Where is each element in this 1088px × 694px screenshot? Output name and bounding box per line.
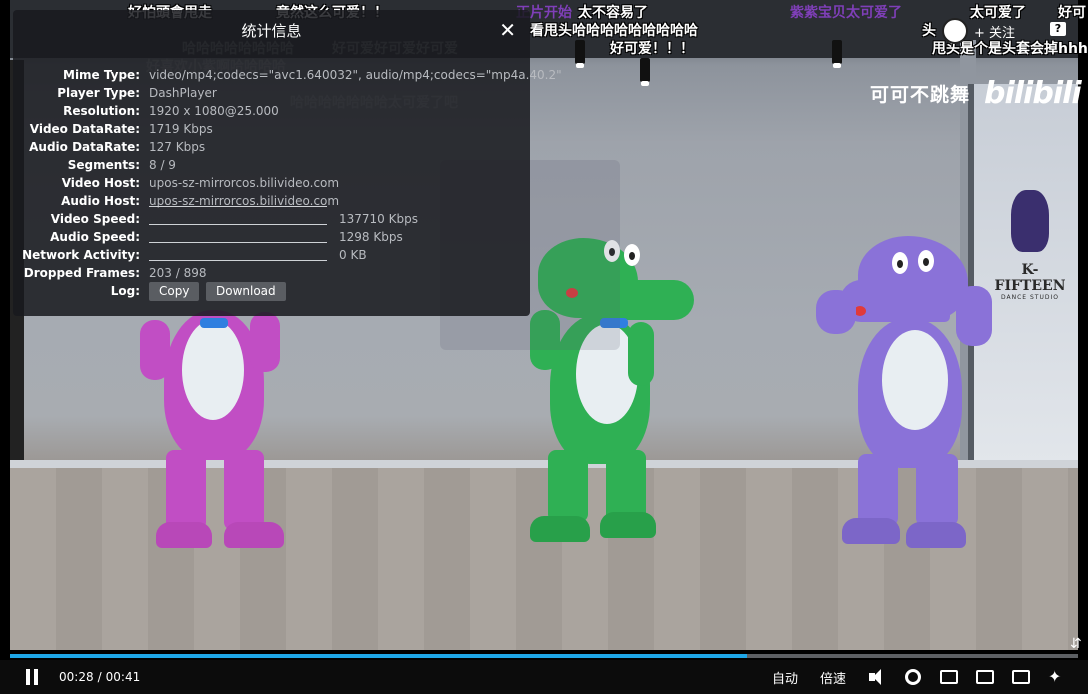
purple-dino-dancer — [806, 230, 1006, 550]
speed-graph-line — [149, 206, 327, 207]
stats-row: Network Activity: 0 KB — [13, 246, 530, 264]
ceiling-light — [640, 58, 650, 86]
stats-extra-value: 137710 Kbps — [339, 212, 418, 226]
lights-off-button[interactable] — [1048, 660, 1064, 694]
stats-row: Mime Type: video/mp4;codecs="avc1.640032"… — [13, 66, 562, 84]
pause-button[interactable] — [26, 660, 38, 694]
stats-extra-value: 0 KB — [339, 248, 367, 262]
danmaku-comment: 看甩头哈哈哈哈哈哈哈哈哈 — [530, 23, 698, 39]
speed-button[interactable]: 倍速 — [820, 660, 846, 694]
volume-icon — [868, 668, 888, 686]
danmaku-comment: 好可 — [1058, 5, 1086, 21]
volume-button[interactable] — [868, 660, 888, 694]
download-log-button[interactable]: Download — [206, 282, 286, 301]
stats-row: Video Speed: 137710 Kbps — [13, 210, 530, 228]
sun-icon — [1048, 669, 1064, 685]
stats-value: upos-sz-mirrorcos.bilivideo.com — [149, 176, 340, 190]
close-icon[interactable]: ✕ — [499, 20, 516, 40]
stats-value: 203 / 898 — [149, 266, 207, 280]
progress-fill — [10, 654, 747, 658]
pink-dino-dancer — [140, 300, 290, 550]
stats-row: Audio Speed: 1298 Kbps — [13, 228, 530, 246]
follow-button[interactable]: + 关注 — [974, 22, 1015, 41]
stats-row: Dropped Frames: 203 / 898 — [13, 264, 530, 282]
stats-row: Resolution: 1920 x 1080@25.000 — [13, 102, 530, 120]
ceiling-light — [832, 40, 842, 68]
progress-bar[interactable] — [10, 654, 1078, 658]
widescreen-button[interactable] — [976, 660, 994, 694]
pause-icon — [26, 669, 38, 685]
time-separator: / — [97, 670, 102, 684]
stats-panel: 统计信息 ✕ Mime Type: video/mp4;codecs="avc1.… — [13, 10, 562, 316]
stats-key: Audio Speed: — [50, 230, 140, 244]
time-display: 00:28 / 00:41 — [59, 660, 140, 694]
stats-title: 统计信息 — [241, 22, 302, 40]
stats-value: DashPlayer — [149, 86, 217, 100]
help-icon[interactable]: ? — [1050, 22, 1066, 36]
stats-key: Audio Host: — [61, 194, 140, 208]
copy-log-button[interactable]: Copy — [149, 282, 200, 301]
progress-handle-icon[interactable]: ⇵ — [1070, 636, 1082, 652]
avatar[interactable] — [942, 18, 968, 44]
ceiling-light — [575, 40, 585, 68]
bilibili-logo-icon: bilibili — [984, 76, 1082, 111]
widescreen-icon — [976, 670, 994, 684]
danmaku-comment: 头 — [922, 23, 936, 39]
watermark: 可可不跳舞 bilibili — [870, 76, 1082, 111]
stats-row: Video DataRate: 1719 Kbps — [13, 120, 530, 138]
stats-key: Mime Type: — [63, 68, 140, 82]
danmaku-comment: 好可爱！！！ — [610, 41, 694, 57]
fullscreen-icon — [1012, 670, 1030, 684]
gear-icon — [905, 669, 921, 685]
uploader-follow[interactable]: + 关注 — [942, 18, 1015, 44]
speed-graph-line — [149, 242, 327, 243]
stats-key: Video Host: — [61, 176, 140, 190]
studio-logo-icon — [1011, 190, 1049, 252]
stats-row: Log: Copy Download — [13, 282, 530, 301]
stats-key: Log: — [110, 284, 140, 298]
stats-row: Audio DataRate: 127 Kbps — [13, 138, 530, 156]
stats-row: Player Type: DashPlayer — [13, 84, 530, 102]
settings-button[interactable] — [905, 660, 921, 694]
quality-button[interactable]: 自动 — [772, 660, 798, 694]
stats-key: Video DataRate: — [29, 122, 140, 136]
stats-key: Network Activity: — [22, 248, 140, 262]
pip-button[interactable] — [940, 660, 958, 694]
danmaku-comment: 紫紫宝贝太可爱了 — [790, 5, 902, 21]
stats-value: 1719 Kbps — [149, 122, 213, 136]
stats-value: 1920 x 1080@25.000 — [149, 104, 279, 118]
stats-key: Resolution: — [63, 104, 140, 118]
speed-graph-line — [149, 224, 327, 225]
speed-graph-line — [149, 260, 327, 261]
danmaku-comment: 太不容易了 — [578, 5, 648, 21]
stats-row: Audio Host: upos-sz-mirrorcos.bilivideo.c… — [13, 192, 530, 210]
stats-key: Segments: — [67, 158, 140, 172]
stats-value: 8 / 9 — [149, 158, 176, 172]
control-bar: 00:28 / 00:41 自动 倍速 — [0, 660, 1088, 694]
fullscreen-button[interactable] — [1012, 660, 1030, 694]
stats-key: Dropped Frames: — [23, 266, 140, 280]
stats-value: upos-sz-mirrorcos.bilivideo.com — [149, 194, 340, 208]
stats-value: 127 Kbps — [149, 140, 206, 154]
current-time: 00:28 — [59, 670, 94, 684]
stats-extra-value: 1298 Kbps — [339, 230, 403, 244]
stats-row: Video Host: upos-sz-mirrorcos.bilivideo.c… — [13, 174, 530, 192]
stats-row: Segments: 8 / 9 — [13, 156, 530, 174]
watermark-channel: 可可不跳舞 — [870, 84, 971, 106]
stats-key: Player Type: — [57, 86, 140, 100]
pip-icon — [940, 670, 958, 684]
stats-value: video/mp4;codecs="avc1.640032", audio/mp… — [149, 68, 562, 82]
stats-key: Video Speed: — [50, 212, 140, 226]
duration: 00:41 — [105, 670, 141, 684]
stats-key: Audio DataRate: — [29, 140, 140, 154]
